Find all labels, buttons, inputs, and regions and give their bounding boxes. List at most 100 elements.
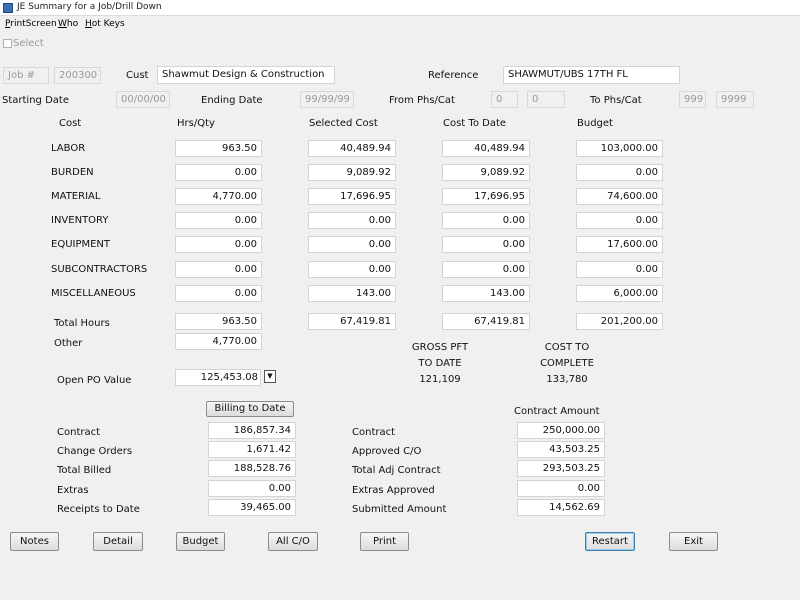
subcontractors-hrs-field[interactable]: 0.00 [175, 261, 262, 278]
inventory-hrs-field[interactable]: 0.00 [175, 212, 262, 229]
open-po-dropdown-button[interactable]: ▼ [264, 370, 276, 383]
restart-button[interactable]: Restart [585, 532, 635, 551]
other-label: Other [54, 338, 83, 349]
receipts-to-date-field[interactable]: 39,465.00 [208, 499, 296, 516]
print-button[interactable]: Print [360, 532, 409, 551]
column-header-hrs-qty: Hrs/Qty [177, 118, 215, 129]
subcontractors-selected-field[interactable]: 0.00 [308, 261, 396, 278]
to-phs-field[interactable]: 999 [679, 91, 706, 108]
starting-date-field[interactable]: 00/00/00 [116, 91, 170, 108]
budget-button[interactable]: Budget [176, 532, 225, 551]
material-to-date-field[interactable]: 17,696.95 [442, 188, 530, 205]
cost-to-complete-value: 133,780 [546, 374, 588, 385]
change-orders-label: Change Orders [57, 446, 133, 457]
total-billed-field[interactable]: 188,528.76 [208, 460, 296, 477]
cost-to-complete-subheading: COMPLETE [540, 358, 594, 369]
labor-hrs-field[interactable]: 963.50 [175, 140, 262, 157]
dropdown-arrow-icon: ▼ [267, 372, 273, 380]
row-label-inventory: INVENTORY [51, 215, 109, 226]
exit-button[interactable]: Exit [669, 532, 718, 551]
equipment-hrs-field[interactable]: 0.00 [175, 236, 262, 253]
equipment-selected-field[interactable]: 0.00 [308, 236, 396, 253]
select-checkbox[interactable] [3, 39, 12, 48]
miscellaneous-budget-field[interactable]: 6,000.00 [576, 285, 663, 302]
other-field[interactable]: 4,770.00 [175, 333, 262, 350]
change-orders-field[interactable]: 1,671.42 [208, 441, 296, 458]
total-cost-to-date-field[interactable]: 67,419.81 [442, 313, 530, 330]
row-label-equipment: EQUIPMENT [51, 239, 111, 250]
labor-to-date-field[interactable]: 40,489.94 [442, 140, 530, 157]
contract-amount-heading: Contract Amount [514, 406, 600, 417]
billing-contract-field[interactable]: 186,857.34 [208, 422, 296, 439]
reference-label: Reference [428, 70, 479, 81]
job-number-label-field: Job # [3, 67, 49, 84]
inventory-budget-field[interactable]: 0.00 [576, 212, 663, 229]
material-selected-field[interactable]: 17,696.95 [308, 188, 396, 205]
select-label: Select [13, 38, 44, 49]
burden-hrs-field[interactable]: 0.00 [175, 164, 262, 181]
menu-who[interactable]: Who [58, 19, 78, 29]
equipment-budget-field[interactable]: 17,600.00 [576, 236, 663, 253]
total-hours-label: Total Hours [54, 318, 110, 329]
gross-pft-subheading: TO DATE [418, 358, 462, 369]
row-label-miscellaneous: MISCELLANEOUS [51, 288, 136, 299]
starting-date-label: Starting Date [2, 95, 69, 106]
row-label-burden: BURDEN [51, 167, 94, 178]
material-budget-field[interactable]: 74,600.00 [576, 188, 663, 205]
total-budget-field[interactable]: 201,200.00 [576, 313, 663, 330]
row-label-labor: LABOR [51, 143, 86, 154]
equipment-to-date-field[interactable]: 0.00 [442, 236, 530, 253]
cost-to-complete-heading: COST TO [544, 342, 590, 353]
receipts-to-date-label: Receipts to Date [57, 504, 140, 515]
billing-extras-label: Extras [57, 485, 89, 496]
burden-budget-field[interactable]: 0.00 [576, 164, 663, 181]
billing-to-date-button[interactable]: Billing to Date [206, 401, 294, 417]
row-label-material: MATERIAL [51, 191, 101, 202]
ending-date-label: Ending Date [201, 95, 263, 106]
job-number-field[interactable]: 200300 [54, 67, 101, 84]
ending-date-field[interactable]: 99/99/99 [300, 91, 354, 108]
burden-selected-field[interactable]: 9,089.92 [308, 164, 396, 181]
subcontractors-to-date-field[interactable]: 0.00 [442, 261, 530, 278]
inventory-to-date-field[interactable]: 0.00 [442, 212, 530, 229]
contract-amount-field[interactable]: 250,000.00 [517, 422, 605, 439]
menu-hot-keys[interactable]: Hot Keys [85, 19, 125, 29]
app-icon [3, 3, 13, 13]
extras-approved-label: Extras Approved [352, 485, 435, 496]
customer-field[interactable]: Shawmut Design & Construction [157, 66, 335, 84]
material-hrs-field[interactable]: 4,770.00 [175, 188, 262, 205]
to-phs-cat-label: To Phs/Cat [590, 95, 642, 106]
from-phs-field[interactable]: 0 [491, 91, 518, 108]
detail-button[interactable]: Detail [93, 532, 143, 551]
total-adj-contract-field[interactable]: 293,503.25 [517, 460, 605, 477]
extras-approved-field[interactable]: 0.00 [517, 480, 605, 497]
submitted-amount-label: Submitted Amount [352, 504, 447, 515]
all-co-button[interactable]: All C/O [268, 532, 318, 551]
to-cat-field[interactable]: 9999 [716, 91, 754, 108]
notes-button[interactable]: Notes [10, 532, 59, 551]
miscellaneous-selected-field[interactable]: 143.00 [308, 285, 396, 302]
submitted-amount-field[interactable]: 14,562.69 [517, 499, 605, 516]
open-po-field[interactable]: 125,453.08 [175, 369, 261, 386]
open-po-label: Open PO Value [57, 375, 132, 386]
row-label-subcontractors: SUBCONTRACTORS [51, 264, 148, 275]
from-cat-field[interactable]: 0 [527, 91, 565, 108]
miscellaneous-to-date-field[interactable]: 143.00 [442, 285, 530, 302]
gross-pft-heading: GROSS PFT [411, 342, 469, 353]
burden-to-date-field[interactable]: 9,089.92 [442, 164, 530, 181]
billing-contract-label: Contract [57, 427, 101, 438]
approved-co-field[interactable]: 43,503.25 [517, 441, 605, 458]
window-title: JE Summary for a Job/Drill Down [17, 2, 162, 12]
labor-selected-field[interactable]: 40,489.94 [308, 140, 396, 157]
labor-budget-field[interactable]: 103,000.00 [576, 140, 663, 157]
subcontractors-budget-field[interactable]: 0.00 [576, 261, 663, 278]
total-selected-cost-field[interactable]: 67,419.81 [308, 313, 396, 330]
billing-extras-field[interactable]: 0.00 [208, 480, 296, 497]
total-hours-field[interactable]: 963.50 [175, 313, 262, 330]
menu-printscreen[interactable]: PrintScreen [5, 19, 57, 29]
miscellaneous-hrs-field[interactable]: 0.00 [175, 285, 262, 302]
inventory-selected-field[interactable]: 0.00 [308, 212, 396, 229]
from-phs-cat-label: From Phs/Cat [389, 95, 455, 106]
total-adj-contract-label: Total Adj Contract [352, 465, 441, 476]
reference-field[interactable]: SHAWMUT/UBS 17TH FL [503, 66, 680, 84]
